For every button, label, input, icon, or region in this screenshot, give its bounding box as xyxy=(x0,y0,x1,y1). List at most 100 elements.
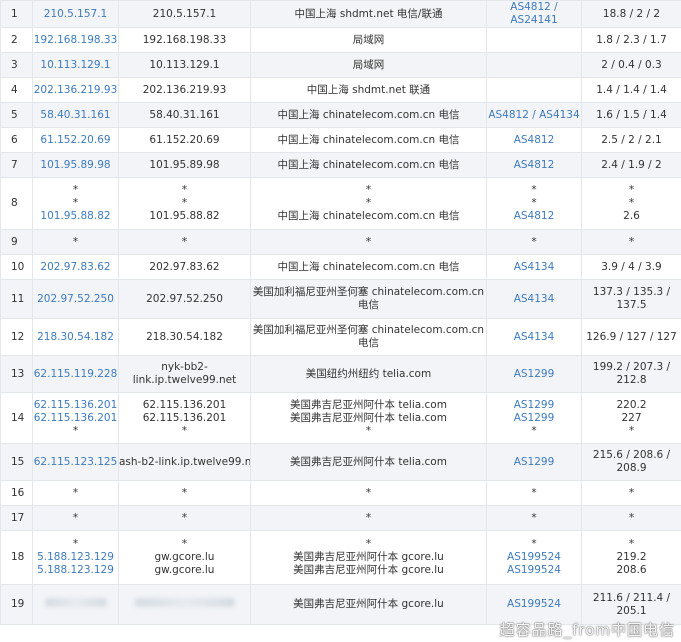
asn-cell: AS4134 xyxy=(486,254,582,280)
host-text: * xyxy=(181,511,188,524)
hostname-cell: 10.113.129.1 xyxy=(118,52,251,78)
asn-link: * xyxy=(531,197,537,209)
ip-link[interactable]: 5.188.123.129 xyxy=(34,551,118,564)
asn-link[interactable]: AS1299 xyxy=(488,412,581,425)
asn-link: * xyxy=(531,184,537,196)
asn-link[interactable]: AS4812 xyxy=(488,159,581,172)
ip-link[interactable]: 101.95.89.98 xyxy=(34,159,118,172)
hop-number: 15 xyxy=(0,443,33,481)
table-row: 12 218.30.54.182 218.30.54.182 美国加利福尼亚州圣何塞 … xyxy=(0,318,681,356)
ip-link[interactable]: 62.115.136.201 xyxy=(34,412,118,425)
ip-link[interactable]: 58.40.31.161 xyxy=(34,109,118,122)
ip-link[interactable]: 202.97.83.62 xyxy=(34,261,118,274)
asn-cell: AS4812 / AS4134 xyxy=(486,102,582,128)
asn-link[interactable]: AS199524 xyxy=(488,564,581,577)
table-row: 16 * * * * * xyxy=(0,480,681,506)
ip-cell: 58.40.31.161 xyxy=(32,102,119,128)
time-text: 3.9 / 4 / 3.9 xyxy=(601,260,662,273)
asn-link[interactable]: AS4134 xyxy=(488,293,581,306)
ip-cell: 61.152.20.69 xyxy=(32,127,119,153)
time-text: 137.5 xyxy=(616,299,647,311)
ip-link[interactable]: 62.115.119.228 xyxy=(34,368,118,381)
ip-link[interactable]: 61.152.20.69 xyxy=(34,134,118,147)
geo-text: 美国加利福尼亚州圣何塞 chinatelecom.com.cn 电信 xyxy=(252,286,485,311)
hostname-cell: nyk-bb2- link.ip.twelve99.net xyxy=(118,355,251,393)
ip-link[interactable]: 62.115.123.125 xyxy=(34,456,118,469)
host-text: * xyxy=(181,184,188,196)
hostname-cell: 61.152.20.69 xyxy=(118,127,251,153)
geo-text: * xyxy=(365,538,372,550)
ip-cell: 101.95.89.98 xyxy=(32,152,119,178)
ip-link[interactable]: 202.97.52.250 xyxy=(34,293,118,306)
time-text: 199.2 / 207.3 / xyxy=(592,361,671,373)
geo-text: 局域网 xyxy=(352,58,385,71)
time-text: 2 / 0.4 / 0.3 xyxy=(601,58,662,71)
asn-link[interactable]: AS1299 xyxy=(488,456,581,469)
ip-link[interactable]: 5.188.123.129 xyxy=(34,564,118,577)
host-text: * xyxy=(181,235,188,248)
table-row: 14 62.115.136.201 62.115.136.201 * 62.115.13… xyxy=(0,392,681,444)
asn-cell: AS4812 xyxy=(486,127,582,153)
hostname-cell: * xyxy=(118,229,251,255)
table-row: 17 * * * * * xyxy=(0,505,681,531)
asn-cell: * * AS4812 xyxy=(486,177,582,230)
asn-link[interactable]: AS24141 xyxy=(488,14,581,27)
location-cell: 局域网 xyxy=(250,52,487,78)
location-cell: 美国纽约州纽约 telia.com xyxy=(250,355,487,393)
hop-number: 4 xyxy=(0,77,33,103)
geo-text: 美国弗吉尼亚州阿什本 gcore.lu xyxy=(293,551,444,563)
latency-cell: 137.3 / 135.3 /137.5 xyxy=(581,279,681,319)
asn-link[interactable]: AS1299 xyxy=(488,399,581,412)
ip-cell: 192.168.198.33 xyxy=(32,27,119,53)
host-text: 202.97.83.62 xyxy=(149,260,220,273)
ip-link[interactable]: 192.168.198.33 xyxy=(34,34,118,47)
asn-link: * xyxy=(531,538,537,550)
asn-link[interactable]: AS199524 xyxy=(488,551,581,564)
asn-cell: * xyxy=(486,480,582,506)
ip-cell: 62.115.119.228 xyxy=(32,355,119,393)
hop-number: 7 xyxy=(0,152,33,178)
latency-cell: 199.2 / 207.3 /212.8 xyxy=(581,355,681,393)
asn-link[interactable]: AS4812 / xyxy=(488,2,581,15)
asn-link[interactable]: AS4134 xyxy=(488,331,581,344)
hop-number: 14 xyxy=(0,392,33,444)
ip-link[interactable]: 202.136.219.93 xyxy=(34,84,118,97)
ip-link: * xyxy=(72,184,79,196)
traceroute-rows: 1 210.5.157.1 210.5.157.1 中国上海 shdmt.net 电信… xyxy=(0,0,681,625)
time-text: 208.9 xyxy=(616,462,647,474)
asn-link[interactable]: AS4134 xyxy=(488,261,581,274)
time-text: * xyxy=(628,511,635,524)
asn-link[interactable]: AS1299 xyxy=(488,368,581,381)
time-text: * xyxy=(628,538,635,550)
latency-cell: 215.6 / 208.6 /208.9 xyxy=(581,443,681,481)
host-text: 202.136.219.93 xyxy=(142,83,227,96)
ip-link[interactable]: 62.115.136.201 xyxy=(34,399,118,412)
geo-text: 美国纽约州纽约 telia.com xyxy=(305,367,432,380)
asn-link[interactable]: AS199524 xyxy=(488,598,581,611)
hop-number: 12 xyxy=(0,318,33,356)
ip-cell: * * 101.95.88.82 xyxy=(32,177,119,230)
table-row: 1 210.5.157.1 210.5.157.1 中国上海 shdmt.net 电信… xyxy=(0,0,681,28)
geo-text: 美国弗吉尼亚州阿什本 telia.com xyxy=(290,455,447,468)
location-cell: * * 中国上海 chinatelecom.com.cn 电信 xyxy=(250,177,487,230)
asn-cell xyxy=(486,52,582,78)
table-row: 6 61.152.20.69 61.152.20.69 中国上海 chinatelec… xyxy=(0,127,681,153)
geo-text: 中国上海 chinatelecom.com.cn 电信 xyxy=(277,158,460,171)
ip-link[interactable]: 218.30.54.182 xyxy=(34,331,118,344)
asn-link[interactable]: AS4812 xyxy=(488,134,581,147)
asn-link[interactable]: AS4812 xyxy=(488,210,581,223)
table-row: 8 * * 101.95.88.82 * * 101.95.88.82 * * 中国上海 chin… xyxy=(0,177,681,230)
geo-text: 美国弗吉尼亚州阿什本 telia.com xyxy=(290,411,447,424)
redacted-host xyxy=(134,598,235,607)
table-row: 9 * * * * * xyxy=(0,229,681,255)
host-text: 218.30.54.182 xyxy=(146,330,223,343)
hostname-cell: 58.40.31.161 xyxy=(118,102,251,128)
ip-link[interactable]: 10.113.129.1 xyxy=(34,59,118,72)
host-text: * xyxy=(181,197,188,209)
location-cell: 美国加利福尼亚州圣何塞 chinatelecom.com.cn 电信 xyxy=(250,318,487,356)
ip-link[interactable]: 101.95.88.82 xyxy=(34,210,118,223)
hostname-cell: 101.95.89.98 xyxy=(118,152,251,178)
asn-link[interactable]: AS4812 / AS4134 xyxy=(488,109,581,122)
host-text: 62.115.136.201 xyxy=(142,398,227,411)
ip-link[interactable]: 210.5.157.1 xyxy=(34,8,118,21)
